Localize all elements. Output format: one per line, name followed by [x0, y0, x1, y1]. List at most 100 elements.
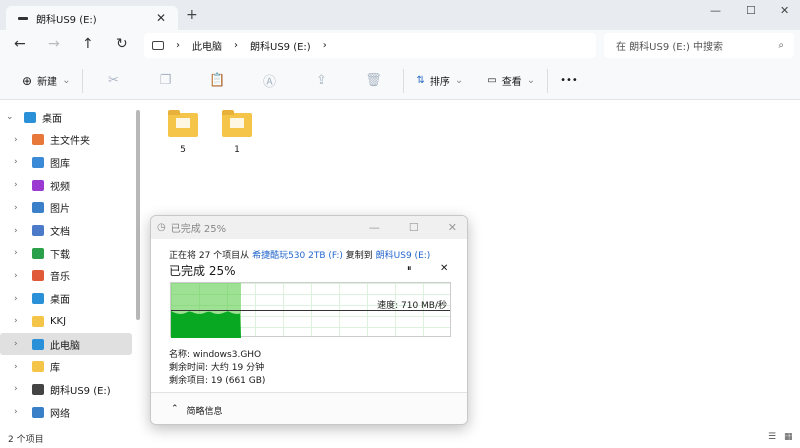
dialog-maximize-button[interactable]: ☐ [409, 221, 419, 234]
chevron-right-icon[interactable]: › [14, 135, 24, 145]
up-icon[interactable]: ↑ [82, 36, 94, 52]
less-details-label: 简略信息 [186, 407, 223, 417]
speed-label: 速度: 710 MB/秒 [377, 301, 447, 311]
delete-icon[interactable]: 🗑 [355, 73, 391, 88]
details-view-icon[interactable]: ☰ [768, 432, 776, 442]
sidebar-item-icon [32, 383, 44, 395]
sidebar-item-label: 图片 [50, 204, 70, 216]
close-window-button[interactable]: ✕ [780, 4, 789, 17]
chevron-right-icon[interactable]: › [14, 203, 24, 213]
tab-active[interactable]: 朗科US9 (E:) ✕ [6, 6, 178, 30]
minimize-button[interactable]: — [710, 4, 721, 17]
sidebar-item[interactable]: › 朗科US9 (E:) [0, 378, 132, 400]
folder-name: 1 [234, 145, 240, 155]
chevron-right-icon[interactable]: › [14, 339, 24, 349]
tab-bar: 朗科US9 (E:) ✕ + — ☐ ✕ [0, 0, 800, 30]
new-button[interactable]: ⊕ 新建 ⌄ [14, 68, 78, 94]
sidebar-item-icon [32, 293, 44, 305]
chevron-right-icon[interactable]: › [14, 407, 24, 417]
tab-close-icon[interactable]: ✕ [156, 11, 166, 25]
sidebar-item[interactable]: › 网络 [0, 401, 132, 423]
share-icon[interactable]: ⇪ [303, 73, 339, 88]
sort-button[interactable]: ⇅ 排序 ⌄ [408, 68, 471, 94]
chevron-down-icon[interactable]: ⌄ [6, 112, 16, 122]
crumb-drive[interactable]: 朗科US9 (E:) [250, 38, 311, 53]
cancel-button[interactable]: ✕ [440, 263, 448, 274]
chevron-right-icon[interactable]: › [14, 384, 24, 394]
back-icon[interactable]: ← [14, 36, 26, 52]
dialog-footer: ⌃ 简略信息 [151, 392, 467, 424]
sidebar-scrollbar[interactable] [136, 110, 140, 320]
paste-icon[interactable]: 📋 [199, 73, 235, 88]
items-remaining: 剩余项目: 19 (661 GB) [169, 376, 266, 386]
sidebar-item[interactable]: › 主文件夹 [0, 129, 132, 151]
tiles-view-icon[interactable]: ▦ [784, 432, 793, 442]
source-link[interactable]: 希捷酷玩530 2TB (F:) [252, 251, 343, 261]
less-details-button[interactable]: ⌃ 简略信息 [171, 404, 223, 417]
folder-icon [168, 110, 198, 137]
more-options-button[interactable]: ••• [552, 68, 586, 94]
sidebar-item[interactable]: › 音乐 [0, 265, 132, 287]
sidebar-item-label: 音乐 [50, 272, 70, 284]
sidebar-item[interactable]: › 图库 [0, 151, 132, 173]
chevron-right-icon[interactable]: › [14, 226, 24, 236]
file-name: 名称: windows3.GHO [169, 350, 262, 360]
dialog-title: 已完成 25% [170, 224, 227, 235]
chevron-right-icon: › [234, 40, 238, 51]
breadcrumb[interactable]: › 此电脑 › 朗科US9 (E:) › [144, 33, 596, 58]
chevron-right-icon[interactable]: › [14, 180, 24, 190]
sidebar-item[interactable]: ⌄ 桌面 [0, 106, 132, 128]
destination-link[interactable]: 朗科US9 (E:) [376, 251, 431, 261]
maximize-button[interactable]: ☐ [746, 4, 756, 17]
chevron-right-icon[interactable]: › [14, 248, 24, 258]
chevron-right-icon[interactable]: › [14, 271, 24, 281]
forward-icon[interactable]: → [48, 36, 60, 52]
folder-item[interactable]: 5 [168, 110, 198, 155]
folder-item[interactable]: 1 [222, 110, 252, 155]
search-input[interactable]: 在 朗科US9 (E:) 中搜索 ⌕ [604, 33, 794, 58]
cut-icon[interactable]: ✂ [95, 73, 131, 88]
pause-button[interactable]: ⏸ [407, 264, 412, 274]
sidebar-item[interactable]: › 库 [0, 356, 132, 378]
sidebar-item[interactable]: › 文档 [0, 220, 132, 242]
sort-icon: ⇅ [416, 75, 425, 86]
sidebar-item-label: 下载 [50, 249, 70, 261]
view-button[interactable]: ▭ 查看 ⌄ [479, 68, 543, 94]
rename-icon[interactable]: Ⓐ [251, 71, 287, 90]
dialog-minimize-button[interactable]: — [369, 221, 380, 234]
plus-circle-icon: ⊕ [22, 73, 33, 88]
chevron-right-icon[interactable]: › [14, 316, 24, 326]
sidebar-item-label: 主文件夹 [50, 136, 90, 148]
copy-desc-prefix: 正在将 27 个项目从 [169, 251, 250, 261]
sidebar-item-icon [32, 270, 44, 282]
sidebar-item[interactable]: › 图片 [0, 197, 132, 219]
sidebar-item[interactable]: › 桌面 [0, 288, 132, 310]
sidebar-item-label: 此电脑 [50, 340, 80, 352]
sidebar-item-icon [32, 179, 44, 191]
chevron-right-icon[interactable]: › [14, 157, 24, 167]
sidebar-item-label: 文档 [50, 227, 70, 238]
sidebar-item-label: 库 [50, 363, 60, 375]
copy-icon[interactable]: ❐ [147, 73, 183, 88]
new-label: 新建 [37, 77, 58, 88]
drive-icon [18, 16, 28, 20]
chevron-right-icon[interactable]: › [14, 362, 24, 372]
refresh-icon[interactable]: ↻ [116, 36, 128, 52]
crumb-this-pc[interactable]: 此电脑 [192, 38, 222, 53]
sidebar-item[interactable]: › 下载 [0, 242, 132, 264]
sidebar-item-icon [24, 111, 36, 123]
folder-icon [222, 110, 252, 137]
new-tab-button[interactable]: + [186, 7, 198, 23]
dialog-close-button[interactable]: ✕ [448, 221, 457, 234]
sidebar-item[interactable]: › KKJ [0, 310, 132, 332]
view-icon: ▭ [487, 75, 497, 86]
divider [82, 68, 84, 93]
chevron-right-icon[interactable]: › [14, 294, 24, 304]
sidebar-item-icon [32, 225, 44, 236]
clock-icon: ◷ [157, 222, 166, 233]
sidebar-item[interactable]: › 此电脑 [0, 333, 132, 355]
sidebar-item-label: 网络 [50, 408, 70, 420]
progress-label: 已完成 25% [169, 264, 236, 278]
sidebar-item-label: 朗科US9 (E:) [50, 385, 111, 397]
sidebar-item[interactable]: › 视频 [0, 174, 132, 196]
